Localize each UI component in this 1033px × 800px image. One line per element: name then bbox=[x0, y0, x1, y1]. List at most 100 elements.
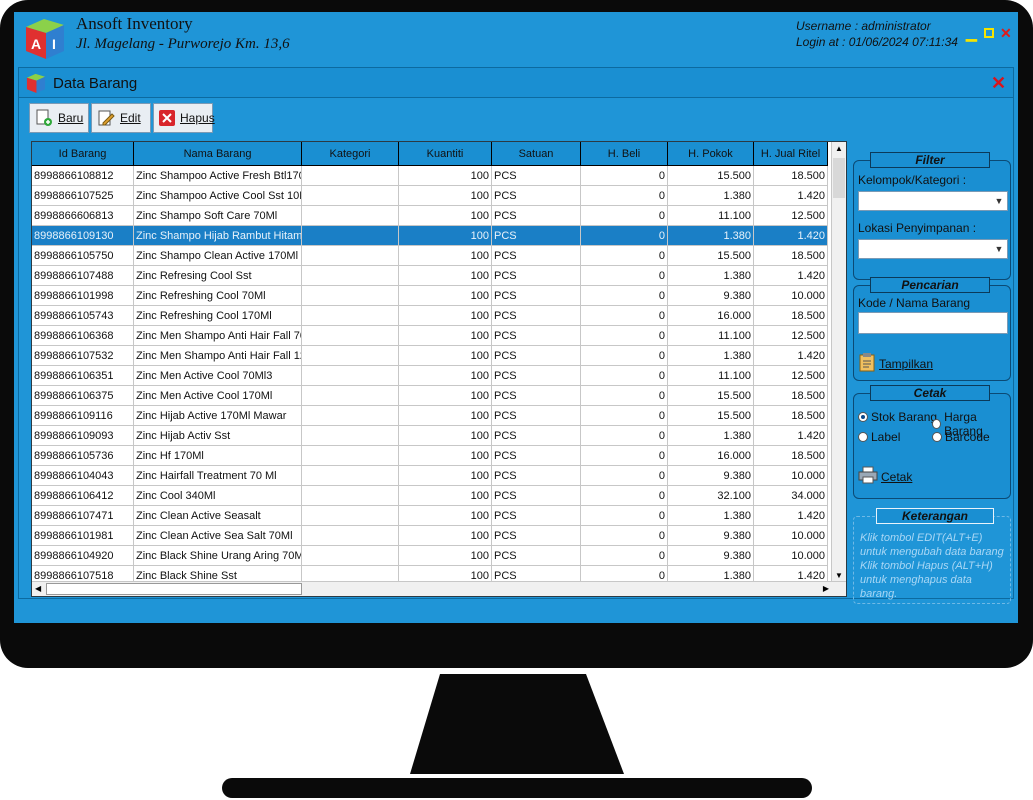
table-cell bbox=[302, 426, 399, 446]
grid-header: Id Barang Nama Barang Kategori Kuantiti Satu… bbox=[32, 142, 828, 166]
table-row[interactable]: 8998866606813 Zinc Shampo Soft Care 70Ml 1… bbox=[32, 206, 832, 226]
table-cell: 10.000 bbox=[754, 466, 828, 486]
table-cell: 34.000 bbox=[754, 486, 828, 506]
table-cell: Zinc Men Shampo Anti Hair Fall 70Ml bbox=[134, 326, 302, 346]
table-cell: 100 bbox=[399, 386, 492, 406]
app-address: Jl. Magelang - Purworejo Km. 13,6 bbox=[76, 36, 290, 52]
table-cell: Zinc Refreshing Cool 70Ml bbox=[134, 286, 302, 306]
table-cell: PCS bbox=[492, 226, 581, 246]
search-input[interactable] bbox=[858, 312, 1008, 334]
table-cell: 100 bbox=[399, 466, 492, 486]
table-row[interactable]: 8998866101998 Zinc Refreshing Cool 70Ml 10… bbox=[32, 286, 832, 306]
table-row[interactable]: 8998866104920 Zinc Black Shine Urang Arin… bbox=[32, 546, 832, 566]
scroll-left-icon[interactable]: ◀ bbox=[35, 584, 41, 593]
table-cell: Zinc Men Active Cool 70Ml3 bbox=[134, 366, 302, 386]
close-icon[interactable]: ✕ bbox=[1000, 26, 1012, 40]
table-row[interactable]: 8998866108812 Zinc Shampoo Active Fresh B… bbox=[32, 166, 832, 186]
table-cell: 1.380 bbox=[668, 346, 754, 366]
clipboard-icon bbox=[858, 352, 876, 375]
scroll-right-icon[interactable]: ▶ bbox=[823, 584, 829, 593]
table-cell: 0 bbox=[581, 226, 668, 246]
horizontal-scrollbar[interactable]: ◀ ▶ bbox=[32, 581, 846, 596]
hapus-button[interactable]: Hapus bbox=[153, 103, 215, 133]
table-row[interactable]: 8998866105736 Zinc Hf 170Ml 100 PCS 0 16.000 1… bbox=[32, 446, 832, 466]
table-cell: 8998866104920 bbox=[32, 546, 134, 566]
table-cell: PCS bbox=[492, 266, 581, 286]
column-header[interactable]: Nama Barang bbox=[134, 142, 302, 166]
table-cell: 0 bbox=[581, 326, 668, 346]
table-cell: 15.500 bbox=[668, 166, 754, 186]
table-cell: 8998866109130 bbox=[32, 226, 134, 246]
table-cell bbox=[302, 526, 399, 546]
table-row[interactable]: 8998866109093 Zinc Hijab Activ Sst 100 PCS 0… bbox=[32, 426, 832, 446]
table-cell: Zinc Clean Active Seasalt bbox=[134, 506, 302, 526]
kelompok-select[interactable]: ▼ bbox=[858, 191, 1008, 211]
column-header[interactable]: Kuantiti bbox=[399, 142, 492, 166]
table-cell: 8998866104043 bbox=[32, 466, 134, 486]
scroll-up-icon[interactable]: ▲ bbox=[835, 144, 843, 153]
column-header[interactable]: Id Barang bbox=[32, 142, 134, 166]
table-row[interactable]: 8998866107525 Zinc Shampoo Active Cool Ss… bbox=[32, 186, 832, 206]
minimize-icon[interactable]: ▁ bbox=[966, 26, 977, 40]
cetak-button[interactable]: Cetak bbox=[858, 466, 912, 487]
lokasi-select[interactable]: ▼ bbox=[858, 239, 1008, 259]
table-cell: 100 bbox=[399, 306, 492, 326]
baru-button[interactable]: Baru bbox=[29, 103, 89, 133]
keterangan-title: Keterangan bbox=[876, 508, 994, 524]
table-row[interactable]: 8998866106412 Zinc Cool 340Ml 100 PCS 0 32.10… bbox=[32, 486, 832, 506]
radio-dot-icon bbox=[932, 419, 942, 429]
table-cell bbox=[302, 406, 399, 426]
radio-dot-icon bbox=[858, 432, 868, 442]
radio-stok-barang[interactable]: Stok Barang bbox=[858, 410, 937, 424]
table-cell: PCS bbox=[492, 406, 581, 426]
table-cell bbox=[302, 486, 399, 506]
table-cell bbox=[302, 186, 399, 206]
table-row[interactable]: 8998866107488 Zinc Refresing Cool Sst 100 P… bbox=[32, 266, 832, 286]
column-header[interactable]: H. Jual Ritel bbox=[754, 142, 828, 166]
table-row[interactable]: 8998866105750 Zinc Shampo Clean Active 17… bbox=[32, 246, 832, 266]
table-cell: PCS bbox=[492, 446, 581, 466]
table-cell: Zinc Shampoo Active Fresh Btl170Ml bbox=[134, 166, 302, 186]
table-cell bbox=[302, 246, 399, 266]
vertical-scroll-thumb[interactable] bbox=[833, 158, 845, 198]
table-cell: PCS bbox=[492, 286, 581, 306]
radio-label-option[interactable]: Label bbox=[858, 430, 900, 444]
column-header[interactable]: Satuan bbox=[492, 142, 581, 166]
table-row[interactable]: 8998866101981 Zinc Clean Active Sea Salt … bbox=[32, 526, 832, 546]
table-cell: Zinc Shampo Hijab Rambut Hitam 10Ml bbox=[134, 226, 302, 246]
column-header[interactable]: Kategori bbox=[302, 142, 399, 166]
table-row[interactable]: 8998866107471 Zinc Clean Active Seasalt 10… bbox=[32, 506, 832, 526]
table-cell: 8998866107525 bbox=[32, 186, 134, 206]
window-close-icon[interactable]: ✕ bbox=[991, 73, 1006, 94]
table-cell: PCS bbox=[492, 366, 581, 386]
table-row[interactable]: 8998866106375 Zinc Men Active Cool 170Ml 1… bbox=[32, 386, 832, 406]
column-header[interactable]: H. Beli bbox=[581, 142, 668, 166]
table-row[interactable]: 8998866105743 Zinc Refreshing Cool 170Ml 1… bbox=[32, 306, 832, 326]
table-row[interactable]: 8998866109116 Zinc Hijab Active 170Ml Maw… bbox=[32, 406, 832, 426]
table-cell: 0 bbox=[581, 426, 668, 446]
table-cell: 100 bbox=[399, 346, 492, 366]
table-cell: 100 bbox=[399, 366, 492, 386]
table-cell: 10.000 bbox=[754, 286, 828, 306]
tampilkan-button[interactable]: Tampilkan bbox=[858, 352, 933, 375]
data-grid[interactable]: Id Barang Nama Barang Kategori Kuantiti Satu… bbox=[31, 141, 847, 597]
table-cell: 8998866107532 bbox=[32, 346, 134, 366]
table-cell: 0 bbox=[581, 506, 668, 526]
table-row[interactable]: 8998866104043 Zinc Hairfall Treatment 70 … bbox=[32, 466, 832, 486]
new-document-icon bbox=[34, 108, 54, 128]
table-row[interactable]: 8998866109130 Zinc Shampo Hijab Rambut Hi… bbox=[32, 226, 832, 246]
table-cell: 1.420 bbox=[754, 186, 828, 206]
table-row[interactable]: 8998866107532 Zinc Men Shampo Anti Hair F… bbox=[32, 346, 832, 366]
edit-button[interactable]: Edit bbox=[91, 103, 151, 133]
vertical-scrollbar[interactable]: ▲ ▼ bbox=[831, 142, 846, 582]
table-cell: PCS bbox=[492, 506, 581, 526]
radio-barcode[interactable]: Barcode bbox=[932, 430, 990, 444]
table-cell: 100 bbox=[399, 186, 492, 206]
maximize-icon[interactable] bbox=[984, 28, 994, 38]
table-row[interactable]: 8998866106351 Zinc Men Active Cool 70Ml3 1… bbox=[32, 366, 832, 386]
horizontal-scroll-thumb[interactable] bbox=[46, 583, 302, 595]
column-header[interactable]: H. Pokok bbox=[668, 142, 754, 166]
table-cell: 9.380 bbox=[668, 526, 754, 546]
scroll-down-icon[interactable]: ▼ bbox=[835, 571, 843, 580]
table-row[interactable]: 8998866106368 Zinc Men Shampo Anti Hair F… bbox=[32, 326, 832, 346]
